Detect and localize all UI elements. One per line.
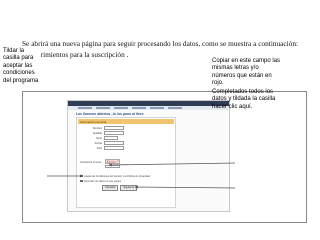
remember-check-row: Recordar mis datos en este equipo [80, 179, 121, 183]
field-label: País [96, 146, 102, 150]
form-row-name: Nombre [80, 126, 170, 130]
form-row-sex: Sexo [80, 136, 170, 140]
intro-paragraph: Se abrirá una nueva página para seguir p… [22, 39, 298, 59]
signup-page-title: Los llorones abiertos ..lo los puno al l… [76, 112, 144, 116]
embedded-signup-screenshot: Los llorones abiertos ..lo los puno al l… [67, 100, 230, 212]
remember-check-label: Recordar mis datos en este equipo [84, 179, 122, 183]
field-label: Apellido [92, 131, 102, 135]
terms-check-label: Acepto las Condiciones del Servicio y la… [84, 174, 150, 178]
field-label: Fecha [94, 141, 102, 145]
field-label: Nombre [92, 126, 102, 130]
terms-checkbox[interactable] [80, 174, 83, 178]
country-select[interactable] [104, 146, 124, 150]
callout-accept-terms: Tildar la casilla para aceptar las condi… [3, 48, 41, 86]
nav-item [114, 107, 128, 109]
site-nav-bar [68, 106, 229, 110]
field-label: Sexo [96, 136, 102, 140]
form-row-date: Fecha [80, 141, 170, 145]
form-row-surname: Apellido [80, 131, 170, 135]
sex-select[interactable] [104, 136, 118, 140]
nav-item [132, 107, 146, 109]
nav-item [150, 107, 164, 109]
form-row-country: País [80, 146, 170, 150]
form-buttons: Cancelar Siguiente [102, 185, 138, 191]
name-field[interactable] [104, 126, 124, 130]
nav-item [168, 107, 182, 109]
surname-field[interactable] [104, 131, 124, 135]
callout-copy-captcha: Copiar en este campo las mismas letras y… [212, 58, 281, 87]
nav-item [96, 107, 110, 109]
remember-checkbox[interactable] [80, 179, 83, 183]
captcha-image: Xy%c7 [105, 158, 120, 164]
cancel-button[interactable]: Cancelar [102, 185, 119, 191]
captcha-label: Introduzca el texto [80, 161, 102, 164]
callout-click-next: Completados todos los datos y tildada la… [212, 89, 276, 110]
date-field[interactable] [104, 141, 124, 145]
captcha-input[interactable] [105, 165, 120, 169]
next-button[interactable]: Siguiente [120, 185, 138, 191]
terms-check-row: Acepto las Condiciones del Servicio y la… [80, 174, 150, 178]
form-section-label: Información personal [80, 119, 107, 124]
nav-item [78, 107, 92, 109]
